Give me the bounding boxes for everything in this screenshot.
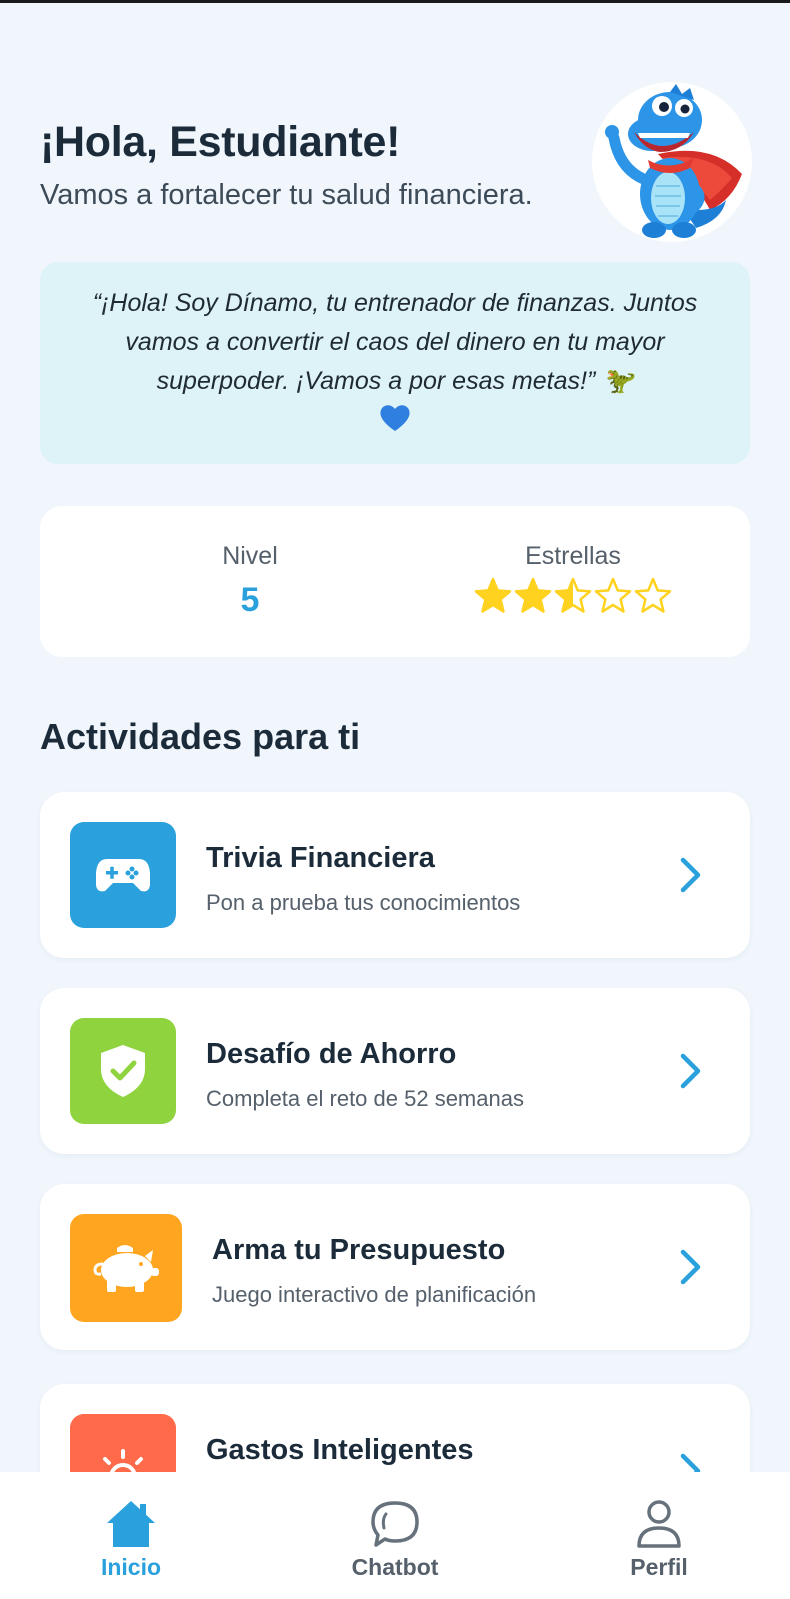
star-empty-icon: [594, 577, 632, 613]
star-half-icon: [554, 577, 592, 613]
status-bar-edge: [0, 0, 790, 3]
activity-card-savings[interactable]: Desafío de Ahorro Completa el reto de 52…: [40, 988, 750, 1154]
nav-item-inicio[interactable]: Inicio: [51, 1498, 211, 1581]
level-value: 5: [240, 581, 260, 619]
star-empty-icon: [634, 577, 672, 613]
gamepad-icon: [70, 822, 176, 928]
mascot-quote-box: “¡Hola! Soy Dínamo, tu entrenador de fin…: [40, 262, 750, 464]
activity-subtitle: Juego interactivo de planificación: [212, 1282, 537, 1307]
activity-title: Gastos Inteligentes: [206, 1434, 474, 1466]
chevron-right-icon: [680, 1249, 701, 1285]
activity-title: Trivia Financiera: [206, 842, 435, 874]
level-label: Nivel: [222, 542, 278, 570]
activity-subtitle: Pon a prueba tus conocimientos: [206, 890, 521, 915]
level-stat: Nivel 5: [160, 542, 340, 620]
dinosaur-mascot-icon: [605, 84, 742, 238]
home-icon: [107, 1501, 155, 1547]
activity-title: Arma tu Presupuesto: [212, 1234, 506, 1266]
section-title: Actividades para ti: [40, 716, 361, 757]
stats-card: Nivel 5 Estrellas: [40, 506, 750, 657]
shield-check-icon: [70, 1018, 176, 1124]
greeting-header: ¡Hola, Estudiante! Vamos a fortalecer tu…: [40, 118, 600, 212]
bottom-navigation: Inicio Chatbot Perfil: [0, 1472, 790, 1599]
stars-label: Estrellas: [525, 542, 621, 570]
blue-heart-icon: [380, 405, 410, 431]
activity-card-trivia[interactable]: Trivia Financiera Pon a prueba tus conoc…: [40, 792, 750, 958]
nav-label: Inicio: [100, 1554, 162, 1580]
activity-card-budget[interactable]: Arma tu Presupuesto Juego interactivo de…: [40, 1184, 750, 1350]
greeting-subtitle: Vamos a fortalecer tu salud financiera.: [40, 179, 533, 211]
nav-item-perfil[interactable]: Perfil: [579, 1498, 739, 1581]
chevron-right-icon: [680, 857, 701, 893]
chevron-right-icon: [680, 1053, 701, 1089]
star-filled-icon: [514, 577, 552, 613]
nav-label: Perfil: [630, 1554, 688, 1580]
activity-title: Desafío de Ahorro: [206, 1038, 457, 1070]
star-rating: [458, 577, 688, 615]
mascot-quote-text: “¡Hola! Soy Dínamo, tu entrenador de fin…: [92, 289, 698, 395]
stars-stat: Estrellas: [458, 542, 688, 615]
nav-item-chatbot[interactable]: Chatbot: [315, 1498, 475, 1581]
chat-bubble-icon: [371, 1501, 419, 1547]
activity-subtitle: Completa el reto de 52 semanas: [206, 1086, 524, 1111]
nav-label: Chatbot: [351, 1554, 439, 1580]
dinosaur-mascot-avatar[interactable]: [592, 82, 752, 242]
user-icon: [637, 1500, 681, 1548]
star-filled-icon: [474, 577, 512, 613]
greeting-title: ¡Hola, Estudiante!: [40, 118, 401, 166]
piggy-bank-icon: [70, 1214, 182, 1322]
